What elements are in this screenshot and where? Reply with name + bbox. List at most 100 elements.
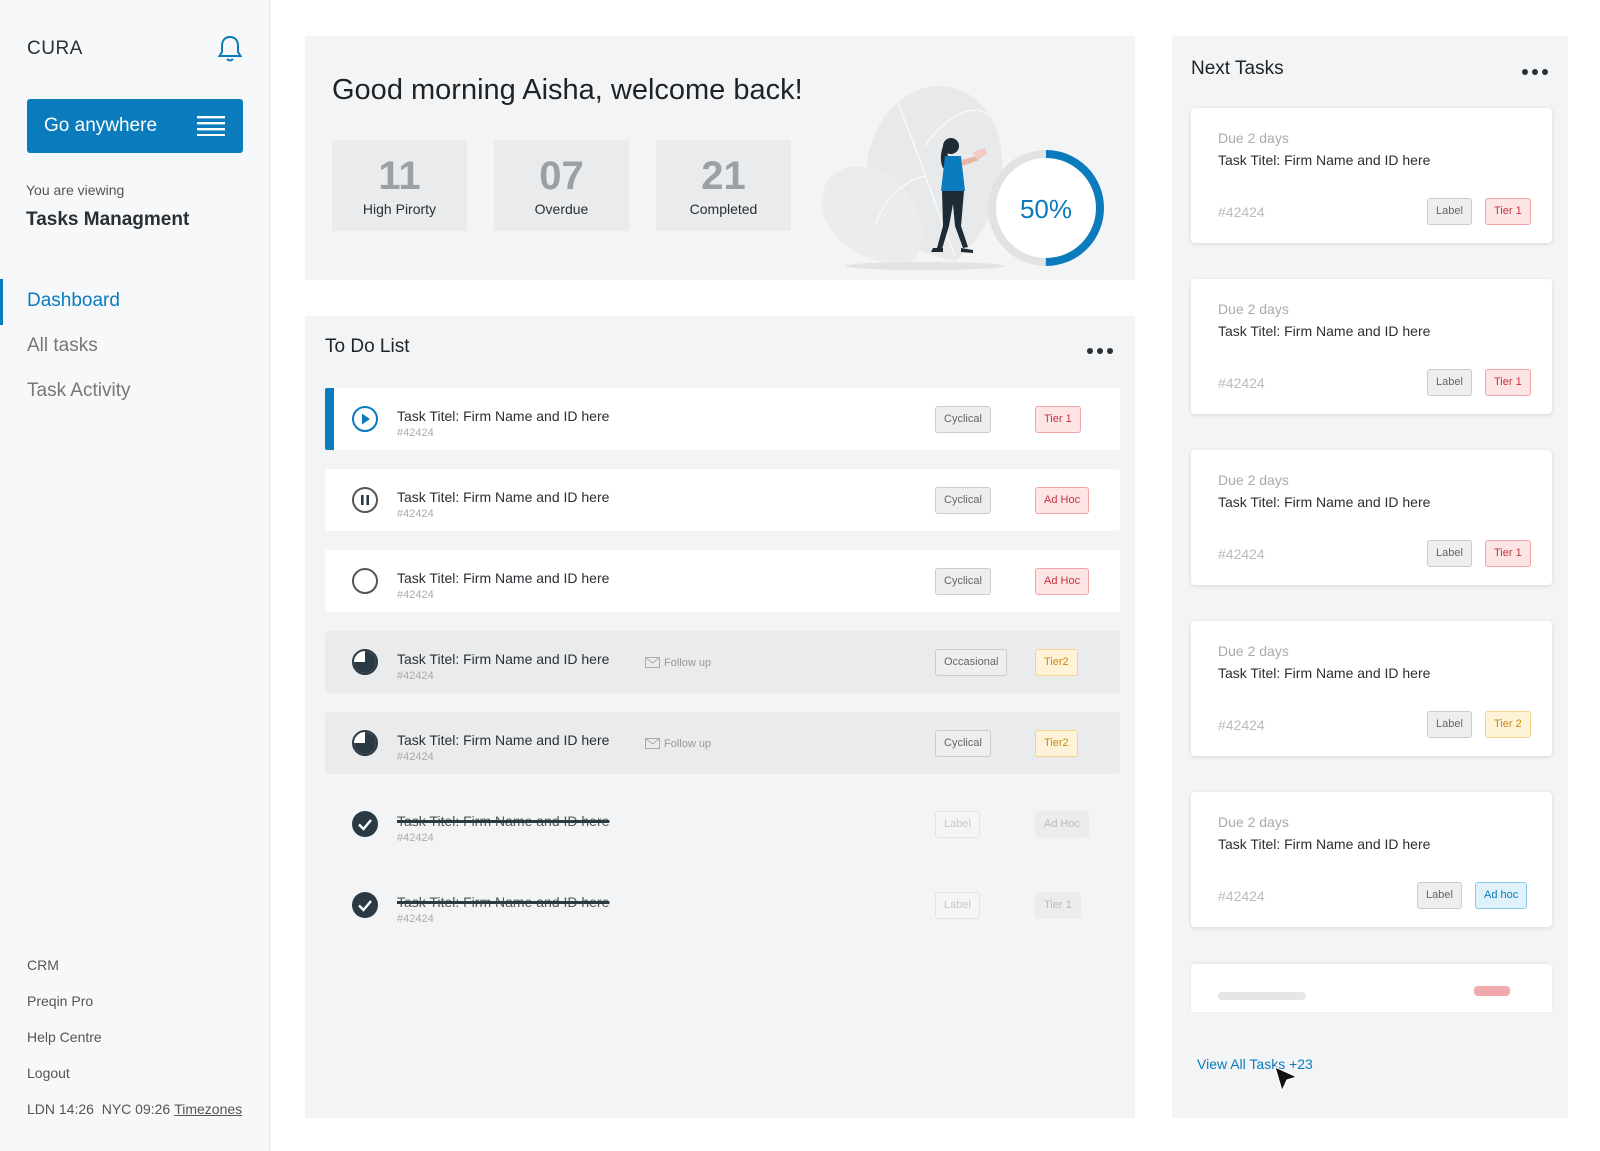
task-id: #42424 — [1218, 546, 1265, 562]
tier-badge: Tier2 — [1035, 730, 1078, 757]
task-title: Task Titel: Firm Name and ID here — [1218, 665, 1431, 681]
link-help-centre[interactable]: Help Centre — [27, 1029, 102, 1045]
label-badge: Label — [1417, 882, 1462, 909]
timezone-clock: LDN 14:26 NYC 09:26 Timezones — [27, 1101, 242, 1117]
task-id: #42424 — [397, 670, 434, 682]
next-task-card[interactable]: Due 2 days Task Titel: Firm Name and ID … — [1191, 279, 1552, 414]
go-anywhere-button[interactable]: Go anywhere — [27, 99, 243, 153]
progress-ring: 50% — [988, 150, 1104, 266]
todo-row[interactable]: Task Titel: Firm Name and ID here #42424… — [325, 469, 1120, 531]
go-anywhere-label: Go anywhere — [44, 115, 158, 136]
todo-row[interactable]: Task Titel: Firm Name and ID here #42424… — [325, 712, 1120, 774]
envelope-icon — [645, 738, 660, 749]
todo-more-icon[interactable] — [1085, 346, 1115, 356]
task-title: Task Titel: Firm Name and ID here — [397, 570, 610, 586]
todo-panel: To Do List Task Titel: Firm Name and ID … — [305, 316, 1135, 1118]
tier-badge: Tier 1 — [1485, 540, 1531, 567]
category-badge: Cyclical — [935, 568, 991, 595]
next-tasks-panel: Next Tasks Due 2 days Task Titel: Firm N… — [1172, 36, 1568, 1118]
skeleton-line — [1218, 992, 1306, 1000]
task-id: #42424 — [397, 832, 434, 844]
check-icon[interactable] — [351, 891, 379, 919]
next-tasks-more-icon[interactable] — [1520, 67, 1550, 77]
stat-high-priority[interactable]: 11 High Pirorty — [332, 140, 467, 231]
link-logout[interactable]: Logout — [27, 1065, 70, 1081]
task-title: Task Titel: Firm Name and ID here — [1218, 836, 1431, 852]
task-id: #42424 — [397, 751, 434, 763]
task-id: #42424 — [1218, 888, 1265, 904]
mouse-cursor-icon — [1274, 1065, 1299, 1093]
task-due: Due 2 days — [1218, 643, 1289, 659]
pause-icon[interactable] — [351, 486, 379, 514]
empty-circle-icon[interactable] — [351, 567, 379, 595]
timezones-link[interactable]: Timezones — [174, 1101, 242, 1117]
task-due: Due 2 days — [1218, 472, 1289, 488]
task-id: #42424 — [397, 508, 434, 520]
task-id: #42424 — [1218, 375, 1265, 391]
partial-progress-icon[interactable] — [351, 729, 379, 757]
stat-label: High Pirorty — [362, 201, 437, 217]
next-task-card-placeholder — [1191, 964, 1552, 1012]
nav-item-task-activity[interactable]: Task Activity — [27, 380, 130, 402]
follow-up-label: Follow up — [664, 738, 712, 750]
category-badge: Label — [935, 811, 980, 838]
follow-up-label: Follow up — [664, 657, 712, 669]
progress-label: 50% — [1020, 194, 1072, 224]
nav-item-all-tasks[interactable]: All tasks — [27, 335, 98, 357]
link-crm[interactable]: CRM — [27, 957, 59, 973]
task-id: #42424 — [397, 589, 434, 601]
brand-logo[interactable]: CURA — [27, 38, 83, 60]
plant-illustration — [822, 86, 1003, 266]
task-title: Task Titel: Firm Name and ID here — [1218, 494, 1431, 510]
stat-value: 21 — [701, 154, 746, 198]
tier-badge: Tier 1 — [1035, 892, 1081, 919]
menu-icon — [197, 116, 225, 136]
next-task-card[interactable]: Due 2 days Task Titel: Firm Name and ID … — [1191, 108, 1552, 243]
task-title: Task Titel: Firm Name and ID here — [1218, 323, 1431, 339]
tier-badge: Tier 2 — [1485, 711, 1531, 738]
task-title: Task Titel: Firm Name and ID here — [397, 732, 610, 748]
todo-row[interactable]: Task Titel: Firm Name and ID here #42424… — [325, 631, 1120, 693]
follow-up-link[interactable]: Follow up — [645, 738, 711, 750]
tier-badge: Ad hoc — [1475, 882, 1528, 909]
todo-row[interactable]: Task Titel: Firm Name and ID here #42424… — [325, 793, 1120, 855]
tier-badge: Ad Hoc — [1035, 487, 1090, 514]
link-preqin-pro[interactable]: Preqin Pro — [27, 993, 93, 1009]
timezone-times: LDN 14:26 NYC 09:26 — [27, 1101, 171, 1117]
task-id: #42424 — [1218, 717, 1265, 733]
tier-badge: Tier 1 — [1485, 198, 1531, 225]
check-icon[interactable] — [351, 810, 379, 838]
nav-item-dashboard[interactable]: Dashboard — [27, 290, 120, 312]
bell-icon[interactable] — [216, 34, 244, 64]
category-badge: Cyclical — [935, 406, 991, 433]
category-badge: Cyclical — [935, 487, 991, 514]
welcome-illustration: 50% — [822, 86, 1104, 270]
next-task-card[interactable]: Due 2 days Task Titel: Firm Name and ID … — [1191, 792, 1552, 927]
stat-overdue[interactable]: 07 Overdue — [494, 140, 629, 231]
viewing-label: You are viewing — [26, 182, 125, 198]
welcome-greeting: Good morning Aisha, welcome back! — [332, 74, 803, 106]
play-icon[interactable] — [351, 405, 379, 433]
nav-active-indicator — [0, 279, 3, 325]
next-task-card[interactable]: Due 2 days Task Titel: Firm Name and ID … — [1191, 621, 1552, 756]
task-due: Due 2 days — [1218, 814, 1289, 830]
task-id: #42424 — [397, 427, 434, 439]
tier-badge: Ad Hoc — [1035, 811, 1090, 838]
partial-progress-icon[interactable] — [351, 648, 379, 676]
tier-badge: Tier 1 — [1035, 406, 1081, 433]
category-badge: Occasional — [935, 649, 1008, 676]
next-task-card[interactable]: Due 2 days Task Titel: Firm Name and ID … — [1191, 450, 1552, 585]
task-title: Task Titel: Firm Name and ID here — [397, 489, 610, 505]
todo-row[interactable]: Task Titel: Firm Name and ID here #42424… — [325, 388, 1120, 450]
todo-row[interactable]: Task Titel: Firm Name and ID here #42424… — [325, 874, 1120, 936]
stat-value: 07 — [539, 154, 584, 198]
tier-badge: Tier2 — [1035, 649, 1078, 676]
tier-badge: Tier 1 — [1485, 369, 1531, 396]
stat-completed[interactable]: 21 Completed — [656, 140, 791, 231]
follow-up-link[interactable]: Follow up — [645, 657, 711, 669]
task-due: Due 2 days — [1218, 130, 1289, 146]
task-due: Due 2 days — [1218, 301, 1289, 317]
task-title: Task Titel: Firm Name and ID here — [397, 813, 610, 829]
todo-row[interactable]: Task Titel: Firm Name and ID here #42424… — [325, 550, 1120, 612]
sidebar: CURA Go anywhere You are viewing Tasks M… — [0, 0, 270, 1151]
